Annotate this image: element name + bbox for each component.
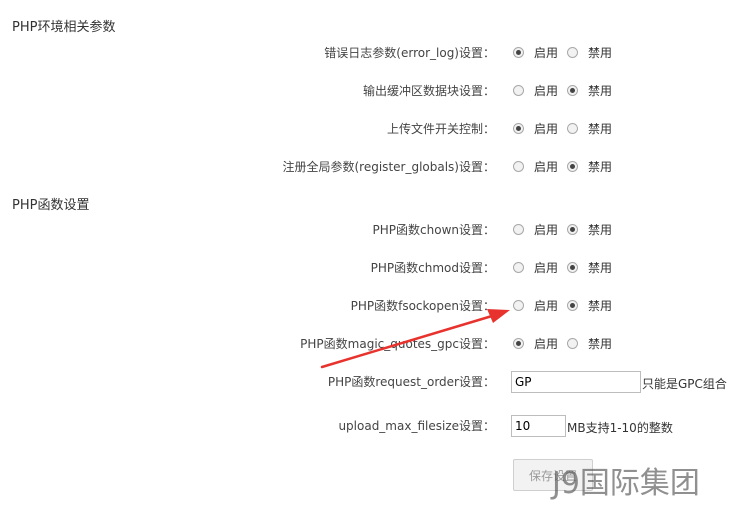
enable-radio-option[interactable]: 启用 — [513, 120, 558, 137]
disable-radio[interactable] — [567, 224, 578, 235]
setting-label: 上传文件开关控制： — [386, 122, 495, 136]
upload-max-hint: MB支持1-10的整数 — [567, 421, 673, 435]
disable-radio[interactable] — [567, 47, 578, 58]
enable-radio-option[interactable]: 启用 — [513, 297, 558, 314]
request-order-input[interactable] — [511, 371, 641, 393]
enable-radio[interactable] — [513, 300, 524, 311]
enable-radio-option[interactable]: 启用 — [513, 221, 558, 238]
enable-radio-option[interactable]: 启用 — [513, 158, 558, 175]
setting-label: 错误日志参数(error_log)设置： — [324, 46, 495, 60]
enable-radio[interactable] — [513, 161, 524, 172]
setting-row-upload-switch: 上传文件开关控制： 启用 禁用 — [0, 118, 751, 138]
enable-radio[interactable] — [513, 262, 524, 273]
setting-label: 输出缓冲区数据块设置： — [362, 84, 495, 98]
setting-row-error-log: 错误日志参数(error_log)设置： 启用 禁用 — [0, 42, 751, 62]
setting-label: PHP函数request_order设置： — [327, 375, 495, 389]
disable-radio-option[interactable]: 禁用 — [567, 82, 612, 99]
save-settings-button[interactable]: 保存设置 — [513, 459, 593, 491]
enable-radio-option[interactable]: 启用 — [513, 259, 558, 276]
disable-radio[interactable] — [567, 300, 578, 311]
setting-row-chown: PHP函数chown设置： 启用 禁用 — [0, 219, 751, 239]
section-title-func: PHP函数设置 — [12, 198, 90, 213]
disable-radio-option[interactable]: 禁用 — [567, 297, 612, 314]
disable-radio[interactable] — [567, 338, 578, 349]
disable-radio[interactable] — [567, 85, 578, 96]
setting-row-register-globals: 注册全局参数(register_globals)设置： 启用 禁用 — [0, 156, 751, 176]
setting-row-magic-quotes: PHP函数magic_quotes_gpc设置： 启用 禁用 — [0, 333, 751, 353]
disable-radio[interactable] — [567, 161, 578, 172]
setting-label: 注册全局参数(register_globals)设置： — [282, 160, 496, 174]
enable-radio-option[interactable]: 启用 — [513, 44, 558, 61]
setting-label: PHP函数fsockopen设置： — [350, 299, 495, 313]
upload-max-input[interactable] — [511, 415, 566, 437]
disable-radio-option[interactable]: 禁用 — [567, 259, 612, 276]
setting-label: PHP函数chown设置： — [372, 223, 495, 237]
enable-radio-option[interactable]: 启用 — [513, 335, 558, 352]
disable-radio[interactable] — [567, 123, 578, 134]
disable-radio-option[interactable]: 禁用 — [567, 44, 612, 61]
disable-radio-option[interactable]: 禁用 — [567, 120, 612, 137]
enable-radio-option[interactable]: 启用 — [513, 82, 558, 99]
enable-radio[interactable] — [513, 224, 524, 235]
setting-label: PHP函数chmod设置： — [370, 261, 495, 275]
disable-radio-option[interactable]: 禁用 — [567, 335, 612, 352]
section-title-env: PHP环境相关参数 — [12, 20, 116, 35]
enable-radio[interactable] — [513, 338, 524, 349]
enable-radio[interactable] — [513, 123, 524, 134]
disable-radio-option[interactable]: 禁用 — [567, 158, 612, 175]
enable-radio[interactable] — [513, 47, 524, 58]
setting-row-output-buffer: 输出缓冲区数据块设置： 启用 禁用 — [0, 80, 751, 100]
enable-radio[interactable] — [513, 85, 524, 96]
setting-row-fsockopen: PHP函数fsockopen设置： 启用 禁用 — [0, 295, 751, 315]
request-order-hint: 只能是GPC组合 — [642, 377, 727, 391]
setting-label: PHP函数magic_quotes_gpc设置： — [300, 337, 495, 351]
disable-radio[interactable] — [567, 262, 578, 273]
setting-row-chmod: PHP函数chmod设置： 启用 禁用 — [0, 257, 751, 277]
disable-radio-option[interactable]: 禁用 — [567, 221, 612, 238]
setting-label: upload_max_filesize设置： — [338, 419, 495, 433]
